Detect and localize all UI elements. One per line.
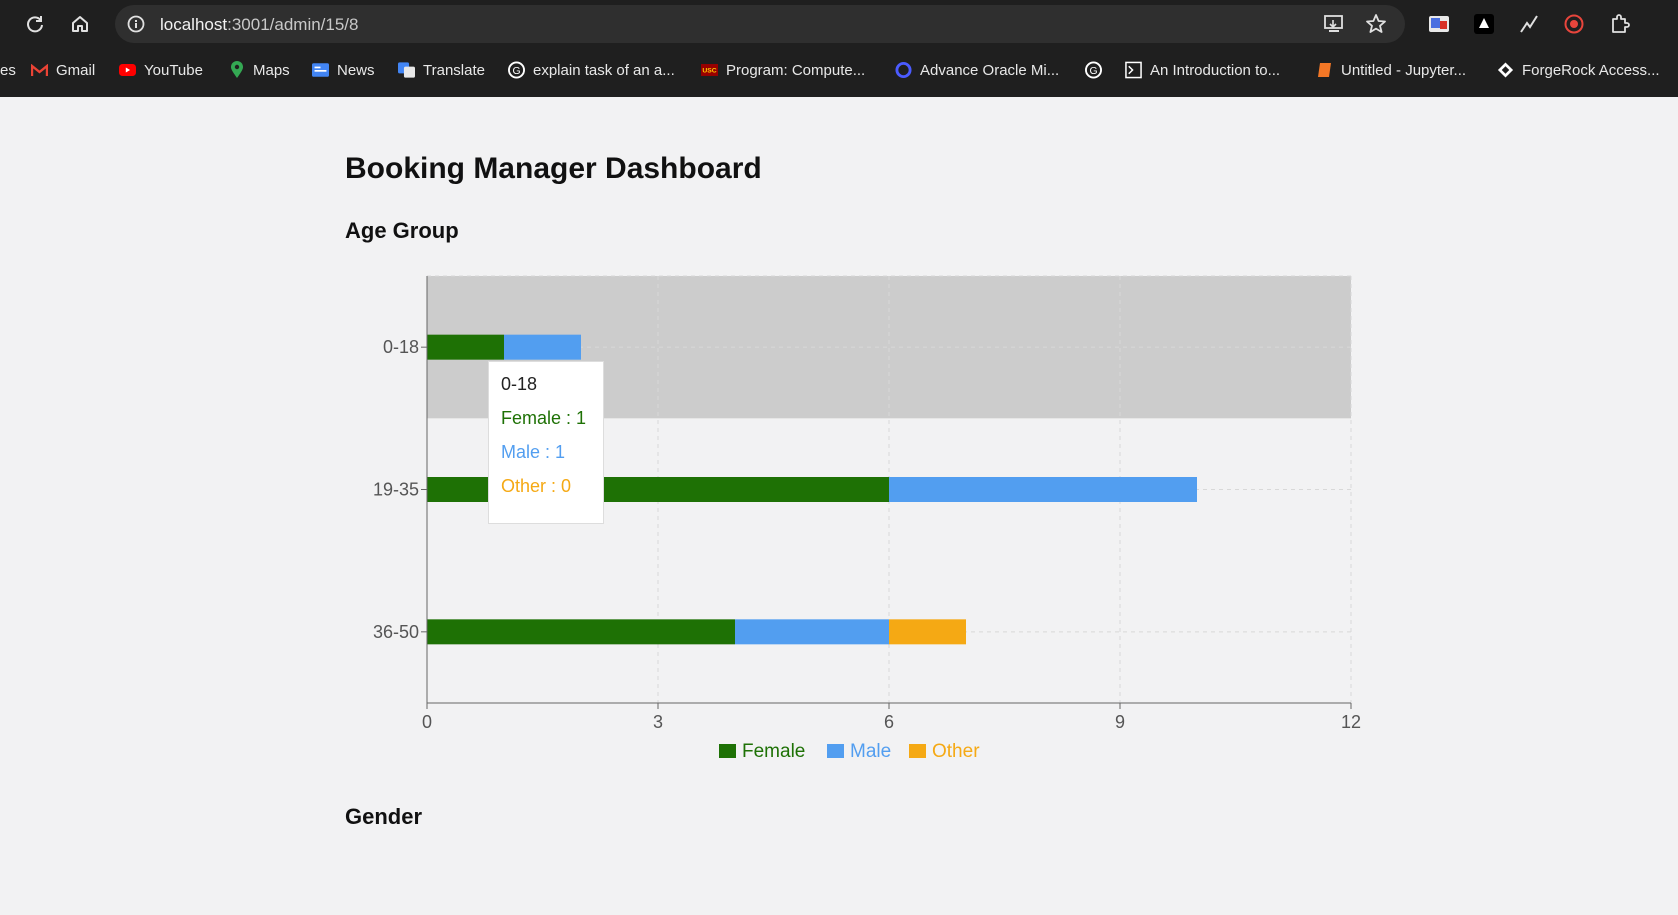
tooltip-male: Male : 1 (501, 442, 566, 462)
google-icon: G (1085, 61, 1102, 79)
x-tick-label: 6 (884, 712, 894, 732)
y-tick-label: 19-35 (373, 480, 419, 500)
bookmark-explain-task[interactable]: G explain task of an a... (508, 59, 675, 81)
bookmark-translate[interactable]: Translate (398, 59, 485, 81)
q-icon (895, 61, 912, 79)
bookmark-star-icon[interactable] (1365, 13, 1387, 40)
tooltip-title: 0-18 (501, 374, 538, 394)
extension-record-icon[interactable] (1560, 10, 1588, 38)
section-title-gender: Gender (345, 804, 423, 829)
bookmark-introduction[interactable]: An Introduction to... (1125, 59, 1280, 81)
maps-icon (228, 61, 245, 79)
site-info-icon[interactable] (127, 15, 145, 38)
bar-male-0-18[interactable] (504, 334, 581, 360)
bookmarks-bar: es Gmail YouTube Maps News Translate G e… (0, 52, 1678, 88)
browser-toolbar: localhost:3001/admin/15/8 (0, 0, 1678, 48)
x-tick-label: 9 (1115, 712, 1125, 732)
bookmark-advance-oracle[interactable]: Advance Oracle Mi... (895, 59, 1059, 81)
legend-label-female[interactable]: Female (742, 741, 805, 762)
youtube-icon (119, 62, 136, 79)
bookmark-forgerock[interactable]: ForgeRock Access... (1497, 59, 1660, 81)
bookmark-maps[interactable]: Maps (228, 59, 290, 81)
y-tick-label: 36-50 (373, 622, 419, 642)
bookmark-jupyter[interactable]: Untitled - Jupyter... (1316, 59, 1466, 81)
svg-text:G: G (1089, 66, 1097, 77)
bar-other-36-50[interactable] (889, 619, 966, 645)
bookmark-google[interactable]: G (1085, 59, 1110, 81)
extension-drive-icon[interactable] (1470, 10, 1498, 38)
home-icon[interactable] (66, 10, 94, 38)
bookmark-item[interactable]: es (0, 59, 16, 81)
install-app-icon[interactable] (1323, 14, 1345, 39)
legend-swatch-female (719, 744, 736, 758)
browser-chrome: localhost:3001/admin/15/8 es Gmail YouTu… (0, 0, 1678, 97)
news-icon (312, 62, 329, 79)
x-tick-label: 0 (422, 712, 432, 732)
usc-icon: USC (701, 62, 718, 79)
y-tick-label: 0-18 (383, 337, 419, 357)
url-text: localhost:3001/admin/15/8 (160, 15, 359, 34)
bar-male-19-35[interactable] (889, 477, 1197, 502)
x-tick-label: 3 (653, 712, 663, 732)
page-title: Booking Manager Dashboard (345, 152, 762, 185)
address-bar[interactable]: localhost:3001/admin/15/8 (115, 5, 1405, 43)
tooltip-female: Female : 1 (501, 408, 587, 428)
legend-swatch-other (909, 744, 926, 758)
legend-swatch-male (827, 744, 844, 758)
bookmark-gmail[interactable]: Gmail (31, 59, 95, 81)
reload-icon[interactable] (21, 10, 49, 38)
svg-text:G: G (512, 66, 520, 77)
extension-translate-icon[interactable] (1425, 10, 1453, 38)
forgerock-icon (1497, 62, 1514, 79)
extension-pen-icon[interactable] (1515, 10, 1543, 38)
bar-male-36-50[interactable] (735, 619, 889, 645)
tooltip-other: Other : 0 (501, 476, 572, 496)
x-tick-label: 12 (1341, 712, 1361, 732)
terminal-icon (1125, 61, 1142, 79)
bookmark-program[interactable]: USC Program: Compute... (701, 59, 865, 81)
bar-female-36-50[interactable] (427, 619, 735, 645)
bookmark-news[interactable]: News (312, 59, 375, 81)
chart-tooltip: 0-18 Female : 1 Male : 1 Other : 0 (488, 361, 604, 524)
google-icon: G (508, 61, 525, 79)
jupyter-icon (1316, 62, 1333, 79)
legend-label-male[interactable]: Male (850, 741, 891, 762)
svg-text:USC: USC (702, 68, 716, 75)
translate-icon (398, 62, 415, 79)
bookmark-youtube[interactable]: YouTube (119, 59, 203, 81)
bar-female-0-18[interactable] (427, 334, 504, 360)
legend-label-other[interactable]: Other (932, 741, 980, 762)
extensions-puzzle-icon[interactable] (1606, 10, 1634, 38)
gmail-icon (31, 62, 48, 79)
section-title-age-group: Age Group (345, 218, 459, 243)
